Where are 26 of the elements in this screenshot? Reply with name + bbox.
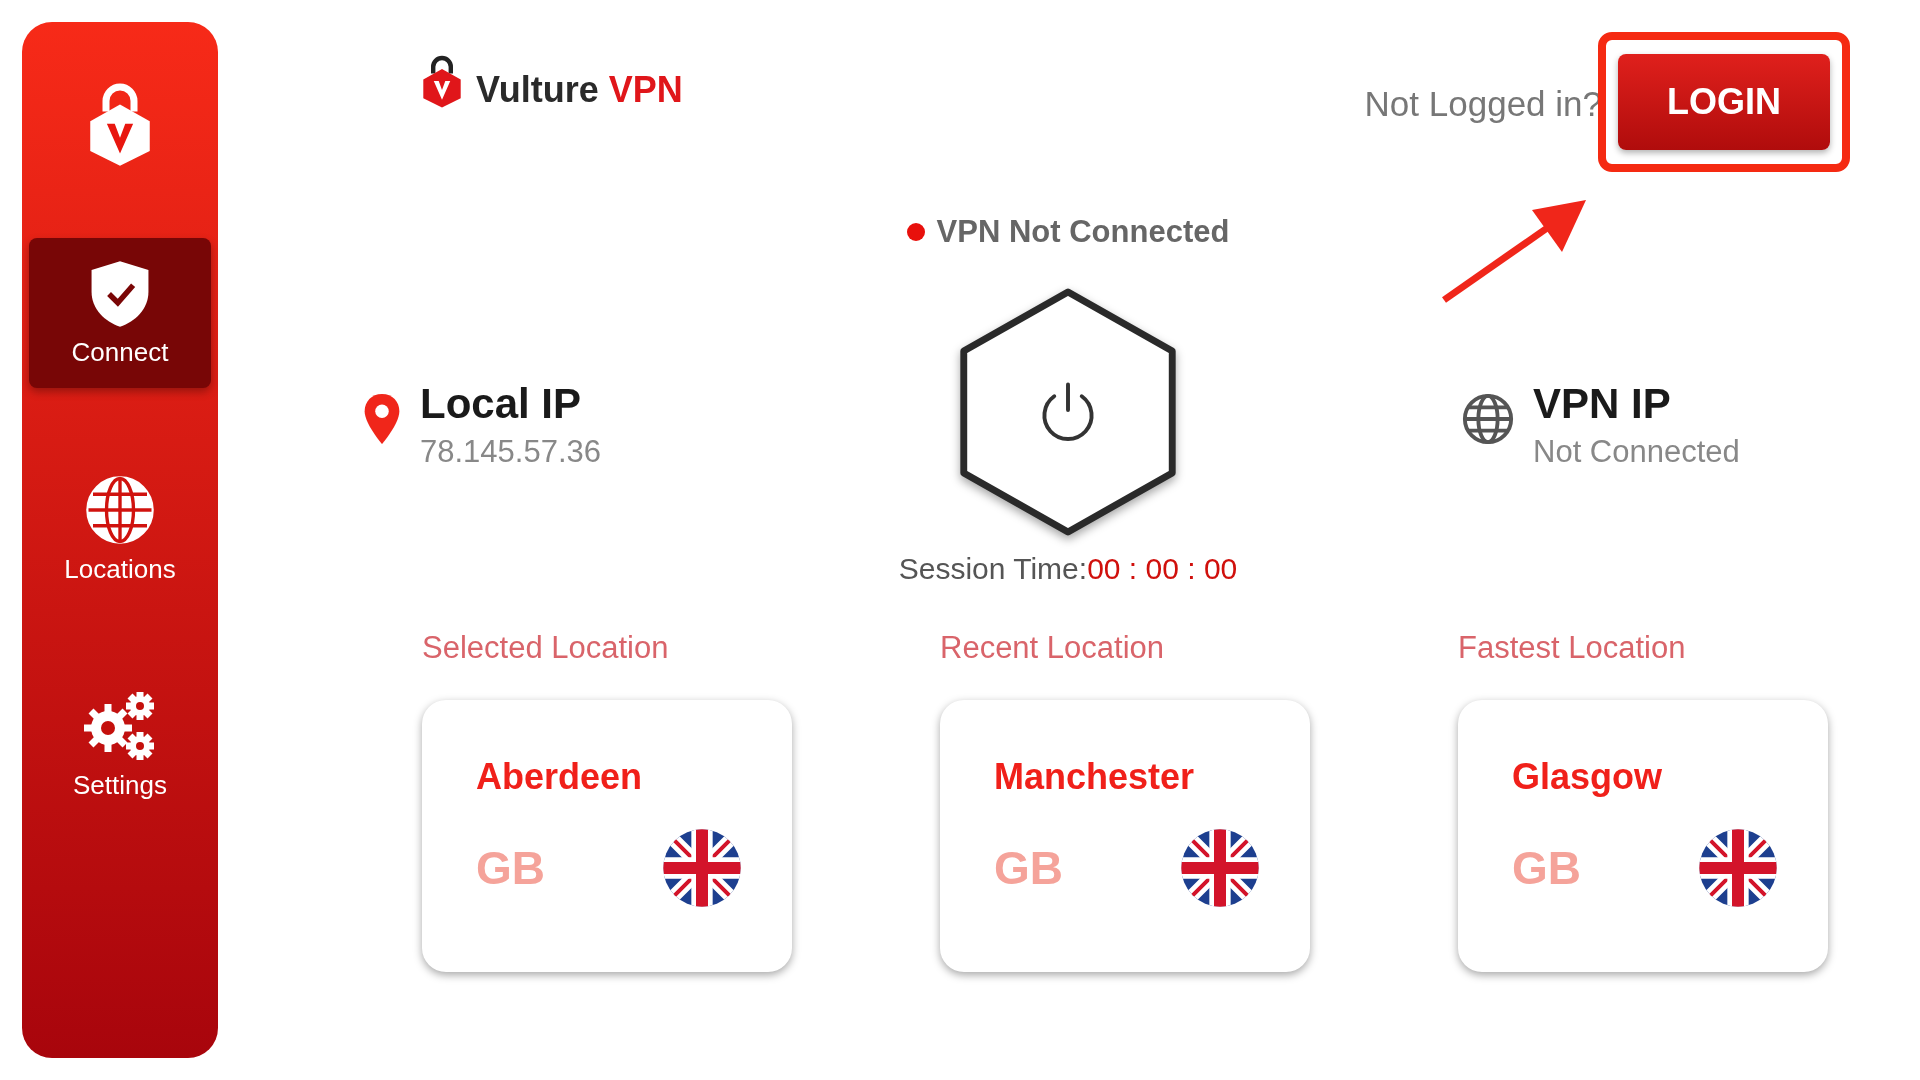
login-button[interactable]: LOGIN — [1618, 54, 1830, 150]
location-heading: Fastest Location — [1458, 630, 1687, 666]
location-card[interactable]: Manchester GB — [940, 700, 1310, 972]
country-code: GB — [1512, 841, 1581, 895]
city-name: Manchester — [994, 756, 1196, 798]
location-pin-icon — [362, 392, 402, 446]
location-heading: Selected Location — [422, 630, 670, 666]
country-code: GB — [994, 841, 1063, 895]
ip-value: 78.145.57.36 — [420, 434, 601, 470]
nav-item[interactable]: Locations — [29, 454, 211, 604]
status-text: VPN Not Connected — [936, 214, 1230, 250]
session-time: Session Time:00 : 00 : 00 — [898, 552, 1238, 586]
globe-icon — [1461, 392, 1515, 446]
city-name: Glasgow — [1512, 756, 1664, 798]
ip-label: Local IP — [420, 380, 583, 428]
brand-name: Vulture VPN — [476, 68, 683, 112]
nav-item[interactable]: Connect — [29, 238, 211, 388]
location-card[interactable]: Aberdeen GB — [422, 700, 792, 972]
ip-value: Not Connected — [1533, 434, 1740, 470]
location-card[interactable]: Glasgow GB — [1458, 700, 1828, 972]
city-name: Aberdeen — [476, 756, 644, 798]
nav-item[interactable]: Settings — [29, 670, 211, 820]
globe-icon — [84, 473, 156, 546]
country-code: GB — [476, 841, 545, 895]
location-heading: Recent Location — [940, 630, 1166, 666]
ip-label: VPN IP — [1533, 380, 1672, 428]
